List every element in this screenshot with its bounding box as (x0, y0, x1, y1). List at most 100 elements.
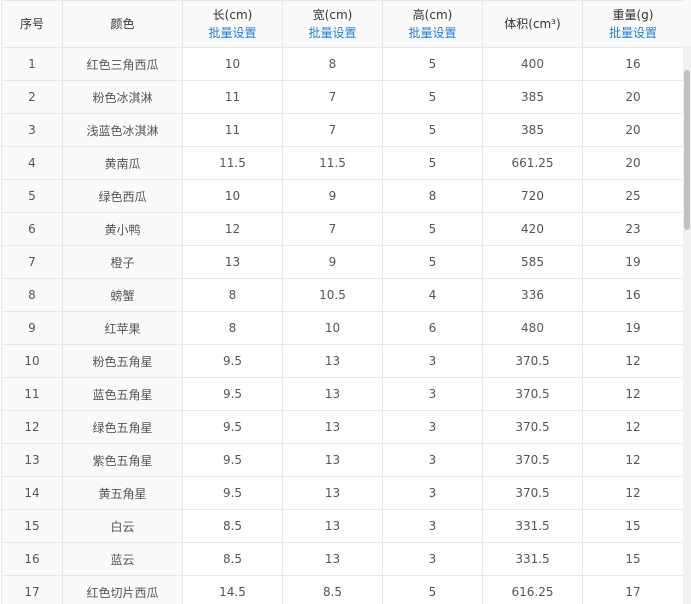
cell-index: 3 (1, 113, 63, 147)
cell-height: 3 (382, 476, 483, 510)
cell-volume: 400 (482, 47, 583, 81)
cell-height: 4 (382, 278, 483, 312)
cell-index: 8 (1, 278, 63, 312)
cell-width: 7 (282, 80, 383, 114)
header-col-index: 序号 (1, 0, 63, 48)
cell-height: 3 (382, 443, 483, 477)
cell-color: 红色三角西瓜 (62, 47, 183, 81)
vertical-scrollbar-thumb[interactable] (684, 70, 690, 230)
cell-index: 1 (1, 47, 63, 81)
table-row: 16 蓝云 8.5 13 3 331.5 15 (1, 542, 684, 576)
cell-volume: 720 (482, 179, 583, 213)
cell-volume: 480 (482, 311, 583, 345)
cell-length: 9.5 (182, 443, 283, 477)
cell-volume: 336 (482, 278, 583, 312)
header-col-length: 长(cm) 批量设置 (182, 0, 283, 48)
header-title: 体积(cm³) (504, 17, 561, 31)
cell-height: 8 (382, 179, 483, 213)
cell-volume: 370.5 (482, 443, 583, 477)
cell-height: 5 (382, 80, 483, 114)
cell-index: 12 (1, 410, 63, 444)
cell-length: 12 (182, 212, 283, 246)
cell-index: 7 (1, 245, 63, 279)
cell-color: 红苹果 (62, 311, 183, 345)
cell-height: 3 (382, 410, 483, 444)
cell-height: 5 (382, 212, 483, 246)
cell-color: 浅蓝色冰淇淋 (62, 113, 183, 147)
table-row: 2 粉色冰淇淋 11 7 5 385 20 (1, 80, 684, 114)
cell-length: 8.5 (182, 542, 283, 576)
cell-height: 3 (382, 542, 483, 576)
cell-length: 14.5 (182, 575, 283, 604)
cell-weight: 12 (582, 443, 684, 477)
cell-width: 7 (282, 212, 383, 246)
cell-color: 绿色五角星 (62, 410, 183, 444)
header-col-volume: 体积(cm³) (482, 0, 583, 48)
table-row: 7 橙子 13 9 5 585 19 (1, 245, 684, 279)
header-title: 宽(cm) (312, 8, 353, 22)
cell-volume: 370.5 (482, 377, 583, 411)
batch-set-link[interactable]: 批量设置 (384, 24, 482, 42)
cell-length: 9.5 (182, 344, 283, 378)
cell-length: 11 (182, 113, 283, 147)
cell-height: 5 (382, 146, 483, 180)
cell-width: 13 (282, 344, 383, 378)
cell-length: 8 (182, 278, 283, 312)
cell-width: 9 (282, 245, 383, 279)
cell-volume: 370.5 (482, 410, 583, 444)
cell-height: 3 (382, 344, 483, 378)
batch-set-link[interactable]: 批量设置 (184, 24, 282, 42)
cell-length: 10 (182, 47, 283, 81)
cell-weight: 20 (582, 146, 684, 180)
cell-color: 螃蟹 (62, 278, 183, 312)
table-row: 3 浅蓝色冰淇淋 11 7 5 385 20 (1, 113, 684, 147)
cell-width: 9 (282, 179, 383, 213)
header-col-height: 高(cm) 批量设置 (382, 0, 483, 48)
cell-length: 9.5 (182, 377, 283, 411)
cell-weight: 25 (582, 179, 684, 213)
header-title: 长(cm) (212, 8, 253, 22)
cell-volume: 661.25 (482, 146, 583, 180)
header-row: 序号 颜色 长(cm) 批量设置 宽(cm) 批量设置 高(cm) 批量设置 体积(cm³) 重量… (1, 0, 684, 48)
cell-color: 绿色西瓜 (62, 179, 183, 213)
cell-height: 3 (382, 509, 483, 543)
cell-color: 黄南瓜 (62, 146, 183, 180)
cell-volume: 331.5 (482, 509, 583, 543)
cell-color: 蓝云 (62, 542, 183, 576)
cell-index: 11 (1, 377, 63, 411)
cell-color: 紫色五角星 (62, 443, 183, 477)
cell-color: 粉色冰淇淋 (62, 80, 183, 114)
table-row: 10 粉色五角星 9.5 13 3 370.5 12 (1, 344, 684, 378)
cell-weight: 19 (582, 245, 684, 279)
cell-volume: 385 (482, 80, 583, 114)
cell-weight: 16 (582, 278, 684, 312)
cell-index: 9 (1, 311, 63, 345)
cell-width: 13 (282, 443, 383, 477)
cell-weight: 12 (582, 410, 684, 444)
cell-width: 8 (282, 47, 383, 81)
cell-volume: 616.25 (482, 575, 583, 604)
cell-color: 粉色五角星 (62, 344, 183, 378)
cell-height: 5 (382, 245, 483, 279)
cell-length: 9.5 (182, 410, 283, 444)
header-title: 重量(g) (612, 8, 654, 22)
table-row: 15 白云 8.5 13 3 331.5 15 (1, 509, 684, 543)
batch-set-link[interactable]: 批量设置 (284, 24, 382, 42)
table-row: 14 黄五角星 9.5 13 3 370.5 12 (1, 476, 684, 510)
cell-index: 14 (1, 476, 63, 510)
cell-color: 黄五角星 (62, 476, 183, 510)
batch-set-link[interactable]: 批量设置 (584, 24, 683, 42)
table-row: 11 蓝色五角星 9.5 13 3 370.5 12 (1, 377, 684, 411)
table-row: 4 黄南瓜 11.5 11.5 5 661.25 20 (1, 146, 684, 180)
cell-index: 2 (1, 80, 63, 114)
cell-weight: 20 (582, 80, 684, 114)
cell-width: 13 (282, 542, 383, 576)
cell-length: 8 (182, 311, 283, 345)
cell-width: 13 (282, 377, 383, 411)
header-col-width: 宽(cm) 批量设置 (282, 0, 383, 48)
cell-weight: 12 (582, 344, 684, 378)
product-spec-table: 序号 颜色 长(cm) 批量设置 宽(cm) 批量设置 高(cm) 批量设置 体积(cm³) 重量… (1, 0, 684, 604)
cell-index: 5 (1, 179, 63, 213)
cell-weight: 16 (582, 47, 684, 81)
cell-weight: 12 (582, 377, 684, 411)
